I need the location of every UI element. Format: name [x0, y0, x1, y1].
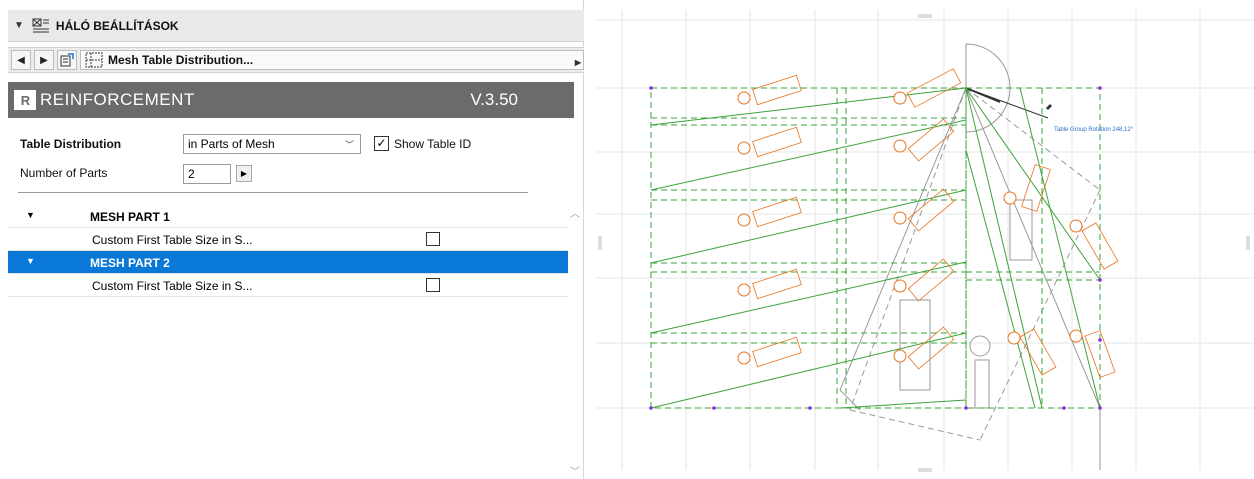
table-marker: [737, 213, 751, 227]
number-of-parts-stepper[interactable]: ▶: [236, 165, 252, 182]
background-grid: [596, 10, 1254, 470]
table-label-box: [752, 336, 802, 368]
next-page-button[interactable]: ▶: [34, 50, 54, 70]
page-menu-arrow-icon: ▶: [574, 58, 581, 67]
export-icon: [60, 53, 74, 67]
number-of-parts-label: Number of Parts: [20, 166, 108, 180]
arrow-left-icon: ◀: [17, 54, 25, 66]
mesh-part-1-title: MESH PART 1: [90, 210, 170, 224]
table-marker: [1069, 219, 1083, 233]
mesh-part-1-header[interactable]: ▼ MESH PART 1: [8, 205, 568, 228]
mesh-parts-list: ▼ MESH PART 1 Custom First Table Size in…: [8, 205, 568, 471]
chevron-down-icon: ﹀: [344, 140, 354, 150]
top-handle: [918, 14, 932, 18]
table-marker: [737, 141, 751, 155]
table-label-box: [1019, 328, 1057, 376]
edge-handles[interactable]: [598, 14, 1250, 472]
table-marker: [737, 351, 751, 365]
table-distribution-select[interactable]: in Parts of Mesh ﹀: [183, 134, 361, 154]
scroll-up-icon[interactable]: ︿: [570, 205, 580, 220]
panel-title: HÁLÓ BEÁLLÍTÁSOK: [55, 18, 179, 33]
mesh-settings-icon: [32, 18, 49, 32]
export-page-button[interactable]: [57, 50, 77, 70]
custom-table-size-checkbox[interactable]: [426, 278, 440, 292]
table-marker: [737, 283, 751, 297]
divider: [18, 192, 528, 193]
table-label-box: [752, 268, 802, 300]
mesh-part-2-item[interactable]: Custom First Table Size in S...: [8, 274, 568, 297]
table-marker: [893, 349, 907, 363]
arrow-right-icon: ▶: [40, 54, 48, 66]
collapse-triangle-icon[interactable]: ▼: [14, 20, 24, 31]
table-distribution-value: in Parts of Mesh: [188, 137, 275, 151]
table-labels: [752, 68, 1119, 378]
mesh-part-1-item[interactable]: Custom First Table Size in S...: [8, 228, 568, 251]
page-selector[interactable]: Mesh Table Distribution... ▶: [80, 50, 584, 70]
hotspot: [1098, 406, 1102, 410]
table-marker: [1003, 191, 1017, 205]
hotspot: [712, 406, 716, 410]
previous-page-button[interactable]: ◀: [11, 50, 31, 70]
table-marker: [1007, 331, 1021, 345]
drawing-canvas[interactable]: [596, 0, 1254, 479]
panel-header[interactable]: ▼ HÁLÓ BEÁLLÍTÁSOK: [8, 10, 584, 42]
left-handle: [598, 236, 602, 250]
plugin-banner: R REINFORCEMENT V.3.50: [8, 82, 574, 118]
table-group-rotation-label: Table Group Rotation 248,12°: [1054, 127, 1134, 133]
page-selector-label: Mesh Table Distribution...: [108, 53, 254, 67]
show-table-id-checkbox[interactable]: ✓: [374, 136, 389, 151]
table-marker: [893, 211, 907, 225]
hotspot: [1098, 338, 1102, 342]
mesh-part-2-drawing: [839, 87, 1101, 409]
reinforcement-logo-icon: R: [14, 90, 36, 110]
table-marker: [893, 91, 907, 105]
hotspot: [649, 86, 653, 90]
hotspot: [1098, 86, 1102, 90]
list-scrollbar[interactable]: ︿ ﹀: [568, 205, 582, 478]
mesh-part-1-drawing: [650, 87, 967, 409]
number-of-parts-input[interactable]: 2: [183, 164, 231, 184]
mesh-part-2-title: MESH PART 2: [90, 256, 170, 270]
app-window: ▼ HÁLÓ BEÁLLÍTÁSOK ◀ ▶ Mesh Table Distri…: [0, 0, 1254, 479]
slab-outline: [839, 43, 1101, 470]
plugin-version: V.3.50: [470, 90, 518, 109]
right-handle: [1246, 236, 1250, 250]
hotspot: [649, 406, 653, 410]
hotspot: [1062, 406, 1066, 410]
table-distribution-icon: [85, 52, 103, 68]
table-marker: [737, 91, 751, 105]
expand-triangle-icon[interactable]: ▼: [26, 256, 35, 266]
hotspot: [1098, 278, 1102, 282]
table-label-box: [752, 196, 802, 228]
table-label-box: [752, 74, 802, 106]
scroll-down-icon[interactable]: ﹀: [570, 463, 580, 478]
table-marker: [1069, 329, 1083, 343]
expand-triangle-icon[interactable]: ▼: [26, 210, 35, 220]
table-distribution-label: Table Distribution: [20, 137, 122, 151]
bottom-handle: [918, 468, 932, 472]
plugin-name: REINFORCEMENT: [40, 90, 195, 109]
table-marker: [893, 139, 907, 153]
table-marker: [893, 279, 907, 293]
hotspot: [808, 406, 812, 410]
mesh-part-2-header[interactable]: ▼ MESH PART 2: [8, 251, 568, 274]
hotspot: [964, 406, 968, 410]
page-navigation: ◀ ▶ Mesh Table Distribution... ▶: [8, 47, 584, 73]
settings-panel: ▼ HÁLÓ BEÁLLÍTÁSOK ◀ ▶ Mesh Table Distri…: [0, 0, 584, 479]
custom-table-size-label: Custom First Table Size in S...: [92, 279, 253, 293]
show-table-id-label: Show Table ID: [394, 137, 472, 151]
table-label-box: [907, 258, 955, 302]
custom-table-size-checkbox[interactable]: [426, 232, 440, 246]
rotation-indicator: [965, 87, 1052, 119]
custom-table-size-label: Custom First Table Size in S...: [92, 233, 253, 247]
